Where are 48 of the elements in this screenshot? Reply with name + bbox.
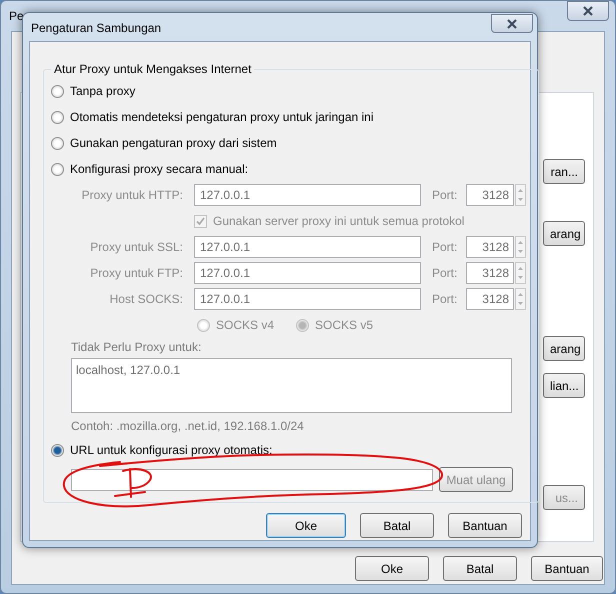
spinner-icon[interactable] xyxy=(515,262,526,284)
option-label: SOCKS v4 xyxy=(216,318,274,332)
radio-button[interactable] xyxy=(51,84,64,98)
port-label: Port: xyxy=(432,240,458,254)
dialog-button[interactable]: Bantuan xyxy=(531,556,603,581)
window-title: Pe xyxy=(9,9,24,23)
spinner-icon[interactable] xyxy=(515,184,526,206)
settings-button[interactable]: lian... xyxy=(543,373,585,398)
spinner-icon[interactable] xyxy=(515,236,526,258)
radio-button[interactable] xyxy=(51,110,64,124)
option-label: SOCKS v5 xyxy=(315,318,374,332)
group-title: Atur Proxy untuk Mengakses Internet xyxy=(53,62,252,76)
text-area[interactable]: localhost, 127.0.0.1 xyxy=(71,358,512,413)
option-label: URL untuk konfigurasi proxy otomatis: xyxy=(70,443,272,457)
dialog-button[interactable]: Oke xyxy=(266,513,346,538)
dialog-button[interactable]: Batal xyxy=(360,513,434,538)
option-label: Tanpa proxy xyxy=(70,84,136,98)
close-button[interactable] xyxy=(567,1,609,21)
field-label: Proxy untuk HTTP: xyxy=(80,188,183,202)
settings-button[interactable]: us... xyxy=(543,485,585,510)
port-label: Port: xyxy=(432,188,458,202)
radio-button[interactable] xyxy=(51,162,64,176)
radio-button[interactable] xyxy=(51,444,64,456)
close-icon xyxy=(507,18,517,28)
settings-button[interactable]: arang xyxy=(543,221,585,246)
settings-button[interactable]: arang xyxy=(543,336,585,361)
checkbox-label: Gunakan server proxy ini untuk semua protokol xyxy=(213,214,464,228)
dialog-button[interactable]: Bantuan xyxy=(448,513,522,538)
field-label: Proxy untuk FTP: xyxy=(89,266,183,280)
dialog-button[interactable]: Batal xyxy=(443,556,517,581)
field-label: Tidak Perlu Proxy untuk: xyxy=(71,340,202,356)
option-label: Otomatis mendeteksi pengaturan proxy untuk jaringan ini xyxy=(70,110,374,124)
dialog-title: Pengaturan Sambungan xyxy=(31,21,162,35)
option-label: Gunakan pengaturan proxy dari sistem xyxy=(70,136,277,150)
field-label: Proxy untuk SSL: xyxy=(89,240,183,254)
hint-text: Contoh: .mozilla.org, .net.id, 192.168.1.0/24 xyxy=(71,419,305,435)
reload-button[interactable]: Muat ulang xyxy=(439,467,513,492)
close-button[interactable] xyxy=(491,14,533,33)
radio-button[interactable] xyxy=(51,136,64,150)
close-icon xyxy=(583,6,593,16)
url-field[interactable] xyxy=(71,468,433,490)
option-label: Konfigurasi proxy secara manual: xyxy=(70,162,248,176)
settings-button[interactable]: ran... xyxy=(543,159,585,184)
spinner-icon[interactable] xyxy=(515,288,526,310)
port-label: Port: xyxy=(432,292,458,306)
dialog-button[interactable]: Oke xyxy=(355,556,429,581)
port-label: Port: xyxy=(432,266,458,280)
field-label: Host SOCKS: xyxy=(108,292,183,306)
